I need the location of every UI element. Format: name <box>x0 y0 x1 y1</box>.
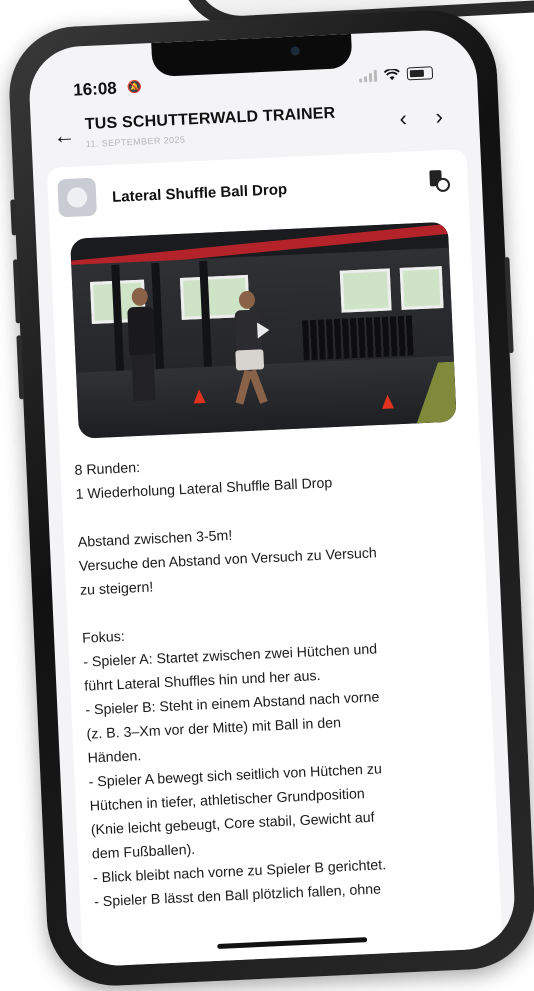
play-icon[interactable] <box>257 321 270 339</box>
scene: 16:08 🔕 ← TUS SCHUTTERWALD TRAINER 11. S… <box>0 0 534 991</box>
player-a <box>126 287 157 402</box>
battery-icon <box>406 66 434 81</box>
exercise-description: 8 Runden: 1 Wiederholung Lateral Shuffle … <box>74 441 482 914</box>
exercise-title: Lateral Shuffle Ball Drop <box>111 181 288 206</box>
exercise-video[interactable] <box>70 221 457 439</box>
exercise-thumbnail-icon <box>57 177 98 218</box>
wifi-icon <box>383 68 400 80</box>
player-b <box>233 290 268 409</box>
cone-icon <box>192 388 206 404</box>
header-title-block: TUS SCHUTTERWALD TRAINER 11. SEPTEMBER 2… <box>84 105 336 149</box>
status-time: 16:08 <box>72 78 118 100</box>
exercise-card: Lateral Shuffle Ball Drop 8 Runden: 1 Wi… <box>46 148 503 968</box>
exercise-header: Lateral Shuffle Ball Drop <box>47 149 469 226</box>
next-chevron-icon[interactable]: › <box>435 104 444 130</box>
phone-screen: 16:08 🔕 ← TUS SCHUTTERWALD TRAINER 11. S… <box>27 28 517 968</box>
camera-icon <box>290 46 300 56</box>
signal-icon <box>359 69 378 83</box>
status-icons <box>359 66 434 83</box>
cone-icon <box>381 394 395 409</box>
back-arrow-icon[interactable]: ← <box>53 123 76 150</box>
previous-chevron-icon[interactable]: ‹ <box>399 106 408 132</box>
exercise-settings-icon[interactable] <box>429 169 451 193</box>
mute-icon: 🔕 <box>126 79 143 95</box>
phone: 16:08 🔕 ← TUS SCHUTTERWALD TRAINER 11. S… <box>6 7 534 989</box>
